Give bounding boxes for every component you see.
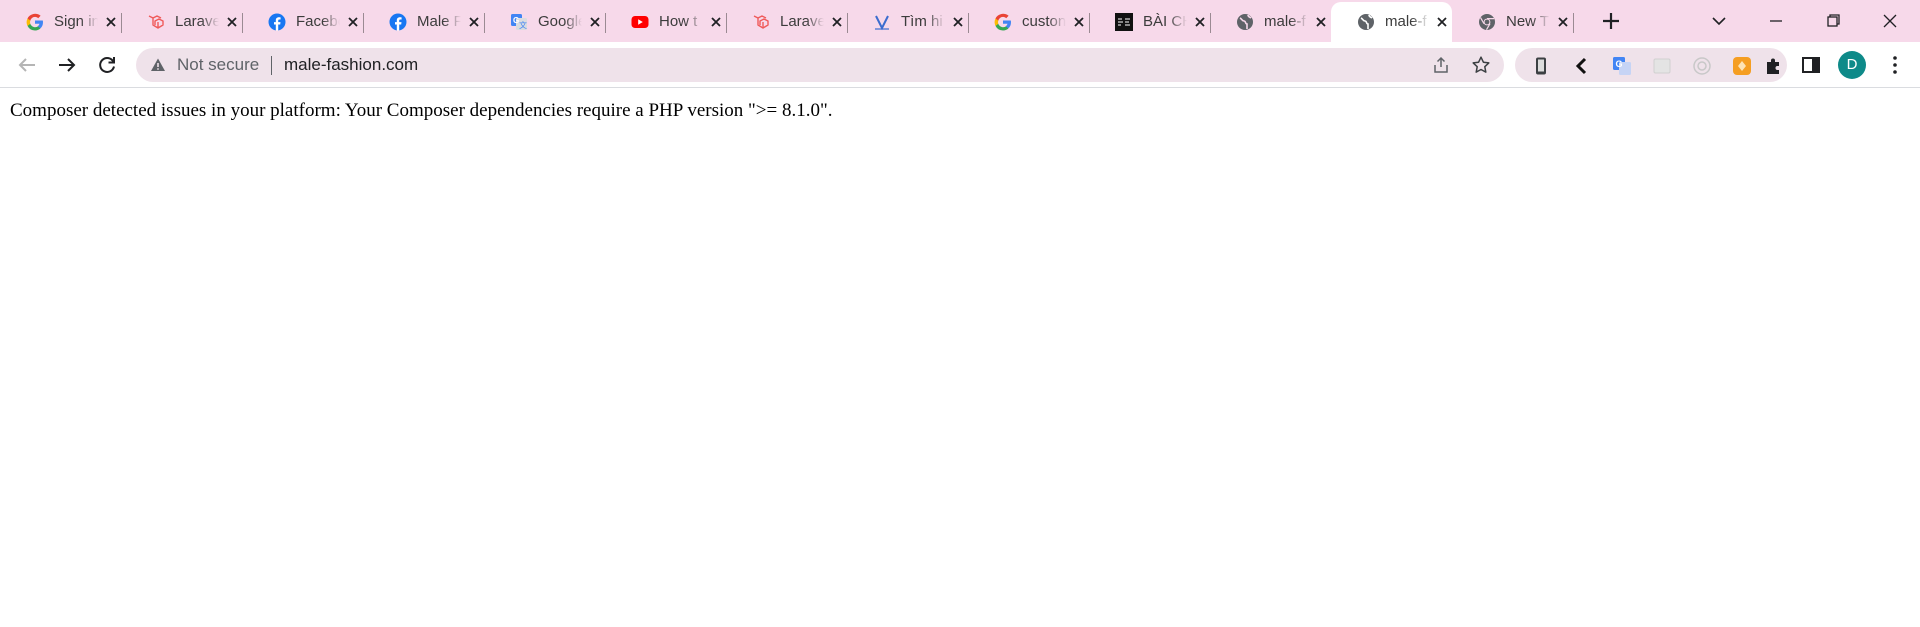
circle-extension-icon[interactable]: [1692, 56, 1712, 76]
tab-facebook[interactable]: Facebook: [242, 4, 364, 38]
close-icon[interactable]: [103, 14, 119, 30]
close-window-icon[interactable]: [1877, 8, 1903, 34]
tab-male-facebook[interactable]: Male F: [363, 4, 485, 38]
google-icon: [994, 13, 1011, 31]
code-chevron-extension-icon[interactable]: [1572, 56, 1592, 76]
tab-title: Sign in: [54, 13, 98, 30]
address-bar[interactable]: Not secure male-fashion.com: [136, 48, 1504, 82]
tab-search-chevron-icon[interactable]: [1706, 8, 1732, 34]
omnibox-divider: [271, 56, 272, 75]
tab-title: male-f: [1264, 13, 1306, 30]
close-icon[interactable]: [1434, 14, 1450, 30]
tab-separator: [1573, 13, 1574, 33]
google-icon: [26, 13, 43, 31]
tab-title: Laravel: [175, 13, 219, 30]
tab-title: Male F: [417, 13, 461, 30]
close-icon[interactable]: [224, 14, 240, 30]
tab-title: Tìm hi: [901, 13, 943, 30]
facebook-icon: [268, 13, 286, 31]
laravel-icon: [148, 15, 164, 29]
close-icon[interactable]: [1192, 14, 1208, 30]
tab-google-search[interactable]: custon: [968, 4, 1090, 38]
tab-title: Facebook: [296, 13, 340, 30]
tab-sign-in[interactable]: Sign in: [0, 4, 122, 38]
tab-title: Laravel: [780, 13, 824, 30]
minimize-icon[interactable]: [1763, 8, 1789, 34]
tab-strip: Sign in Laravel Facebook Male F: [0, 0, 1920, 42]
restore-icon[interactable]: [1820, 8, 1846, 34]
tab-male-fashion-1[interactable]: male-f: [1210, 4, 1331, 38]
tab-laravel-1[interactable]: Laravel: [121, 4, 243, 38]
google-translate-extension-icon[interactable]: G: [1612, 56, 1632, 76]
url-text[interactable]: male-fashion.com: [284, 56, 418, 74]
side-panel-icon[interactable]: [1799, 53, 1823, 77]
error-message: Composer detected issues in your platfor…: [10, 100, 833, 121]
tab-title: male-f: [1385, 13, 1427, 30]
svg-text:G: G: [1616, 59, 1623, 69]
blank-extension-icon[interactable]: [1652, 56, 1672, 76]
phone-extension-icon[interactable]: [1531, 56, 1551, 76]
tab-title: BÀI CH: [1143, 13, 1187, 30]
youtube-icon: [631, 16, 649, 28]
close-icon[interactable]: [587, 14, 603, 30]
close-icon[interactable]: [345, 14, 361, 30]
svg-text:文: 文: [519, 20, 527, 30]
globe-icon: [1358, 14, 1374, 30]
more-menu-icon[interactable]: [1883, 53, 1907, 77]
site-logo-icon: [1115, 13, 1133, 31]
tab-laravel-2[interactable]: Laravel: [726, 4, 848, 38]
tab-title: New T: [1506, 13, 1550, 30]
close-icon[interactable]: [829, 14, 845, 30]
viblo-icon: [875, 15, 889, 31]
tab-male-fashion-active[interactable]: male-f: [1331, 2, 1452, 42]
close-icon[interactable]: [708, 14, 724, 30]
facebook-icon: [389, 13, 407, 31]
reload-icon[interactable]: [95, 53, 119, 77]
forward-arrow-icon[interactable]: [55, 53, 79, 77]
profile-avatar[interactable]: D: [1838, 51, 1866, 79]
bookmark-star-icon[interactable]: [1471, 55, 1491, 75]
laravel-icon: [753, 15, 769, 29]
new-tab-plus-icon[interactable]: [1598, 8, 1624, 34]
back-arrow-icon[interactable]: [15, 53, 39, 77]
tab-title: custon: [1022, 13, 1066, 30]
google-translate-icon: G 文: [511, 14, 527, 30]
tab-viblo[interactable]: Tìm hi: [847, 4, 969, 38]
tab-title: Google: [538, 13, 582, 30]
browser-toolbar: Not secure male-fashion.com G D: [0, 42, 1920, 88]
extensions-area: G: [1515, 48, 1787, 82]
tab-new-tab[interactable]: New T: [1452, 4, 1574, 38]
close-icon[interactable]: [1071, 14, 1087, 30]
close-icon[interactable]: [1555, 14, 1571, 30]
security-status-label[interactable]: Not secure: [177, 56, 259, 74]
close-icon[interactable]: [466, 14, 482, 30]
tab-bai-ch[interactable]: BÀI CH: [1089, 4, 1211, 38]
globe-icon: [1237, 14, 1253, 30]
close-icon[interactable]: [950, 14, 966, 30]
puzzle-extensions-icon[interactable]: [1764, 56, 1784, 76]
close-icon[interactable]: [1313, 14, 1329, 30]
share-icon[interactable]: [1432, 56, 1450, 74]
chrome-icon: [1479, 14, 1495, 31]
tab-title: How t: [659, 13, 698, 30]
tab-google-translate[interactable]: G 文 Google: [484, 4, 606, 38]
tab-youtube[interactable]: How t: [605, 4, 727, 38]
warning-triangle-icon[interactable]: [150, 57, 166, 73]
orange-extension-icon[interactable]: [1732, 56, 1752, 76]
